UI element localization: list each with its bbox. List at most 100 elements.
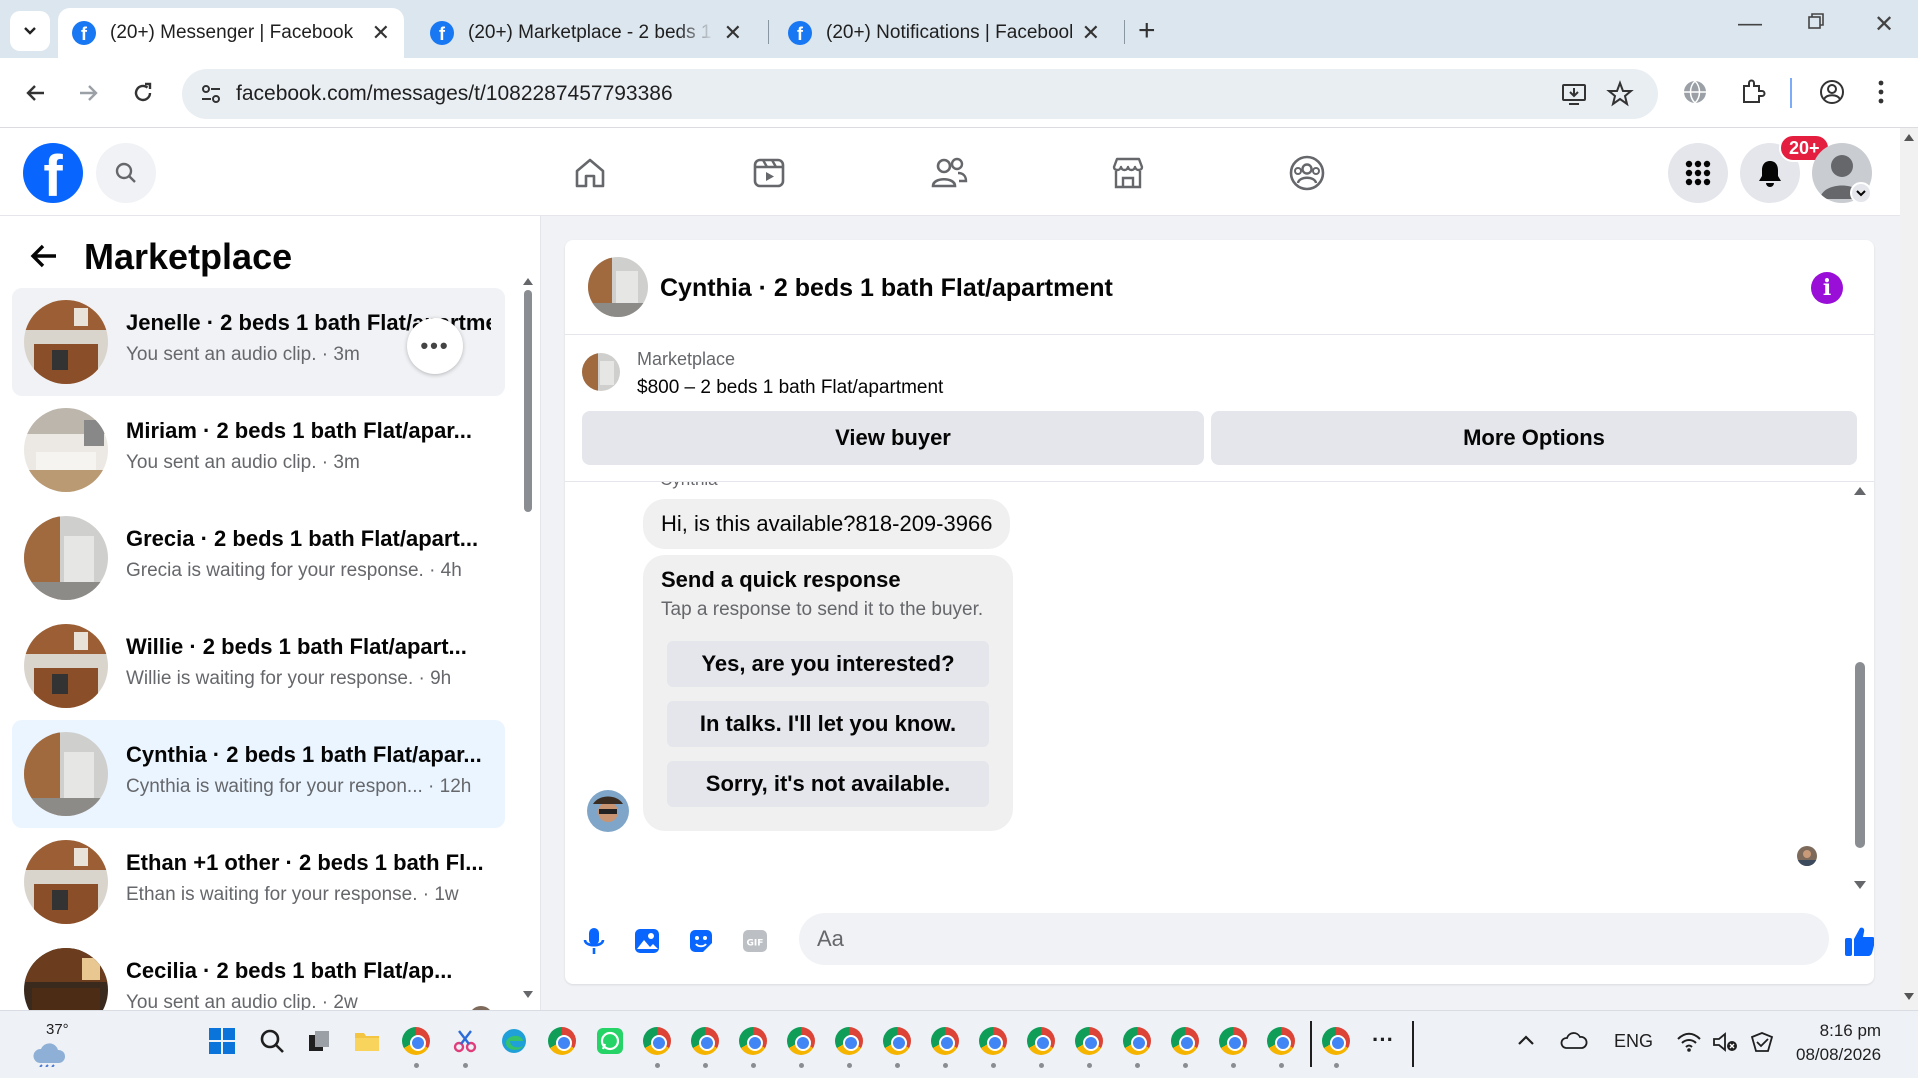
- scroll-down-icon[interactable]: [522, 990, 534, 1000]
- taskbar-chrome[interactable]: [1075, 1027, 1105, 1068]
- taskbar-file-explorer[interactable]: [353, 1027, 383, 1057]
- facebook-search-button[interactable]: [96, 143, 156, 203]
- voice-clip-button[interactable]: [575, 922, 613, 960]
- reload-button[interactable]: [125, 75, 161, 111]
- nav-marketplace[interactable]: [1103, 148, 1153, 198]
- restore-icon[interactable]: [1806, 10, 1826, 38]
- nav-video[interactable]: [744, 148, 794, 198]
- conversation-item[interactable]: Willie · 2 beds 1 bath Flat/apart... Wil…: [12, 612, 505, 720]
- back-button[interactable]: [18, 75, 54, 111]
- tab-messenger[interactable]: f (20+) Messenger | Facebook ✕: [58, 8, 404, 58]
- address-bar[interactable]: facebook.com/messages/t/1082287457793386: [182, 69, 1658, 119]
- onedrive-cloud-icon[interactable]: [1560, 1031, 1588, 1056]
- quick-response-option[interactable]: Yes, are you interested?: [667, 641, 989, 687]
- scroll-down-icon[interactable]: [1853, 880, 1867, 890]
- bookmark-star-icon[interactable]: [1606, 80, 1634, 108]
- nav-home[interactable]: [565, 148, 615, 198]
- close-tab-icon[interactable]: ✕: [724, 20, 742, 46]
- message-input-box[interactable]: [799, 913, 1829, 965]
- close-window-icon[interactable]: ✕: [1874, 10, 1894, 39]
- language-indicator[interactable]: ENG: [1614, 1031, 1653, 1052]
- quick-response-option[interactable]: Sorry, it's not available.: [667, 761, 989, 807]
- quick-response-option[interactable]: In talks. I'll let you know.: [667, 701, 989, 747]
- taskbar-chrome[interactable]: [402, 1027, 432, 1068]
- scroll-up-icon[interactable]: [522, 276, 534, 286]
- message-bubble[interactable]: Hi, is this available?818-209-3966: [643, 499, 1011, 549]
- taskbar-chrome[interactable]: [1219, 1027, 1249, 1068]
- taskbar-overflow-icon[interactable]: ···: [1372, 1027, 1402, 1057]
- conversation-item[interactable]: Miriam · 2 beds 1 bath Flat/apar... You …: [12, 396, 505, 504]
- taskbar-chrome[interactable]: [643, 1027, 673, 1068]
- nav-friends[interactable]: [924, 148, 974, 198]
- nav-groups[interactable]: [1282, 148, 1332, 198]
- back-button[interactable]: [26, 238, 62, 279]
- sticker-button[interactable]: [682, 922, 720, 960]
- taskbar-chrome[interactable]: [979, 1027, 1009, 1068]
- taskbar-chrome[interactable]: [1027, 1027, 1057, 1068]
- taskbar-chrome[interactable]: [1322, 1027, 1352, 1068]
- taskbar-search-button[interactable]: [258, 1027, 288, 1057]
- scroll-up-icon[interactable]: [1903, 132, 1915, 142]
- tab-search-dropdown[interactable]: [10, 11, 50, 51]
- info-icon[interactable]: i: [1811, 272, 1843, 304]
- view-buyer-button[interactable]: View buyer: [582, 411, 1204, 465]
- start-button[interactable]: [208, 1027, 238, 1057]
- menu-grid-button[interactable]: [1668, 143, 1728, 203]
- conversation-item[interactable]: Grecia · 2 beds 1 bath Flat/apart... Gre…: [12, 504, 505, 612]
- profile-icon[interactable]: [1818, 78, 1846, 106]
- task-view-button[interactable]: [305, 1027, 335, 1057]
- weather-widget[interactable]: 37°: [26, 1021, 76, 1071]
- scroll-down-icon[interactable]: [1903, 992, 1915, 1002]
- more-options-button[interactable]: More Options: [1211, 411, 1857, 465]
- conversation-item[interactable]: Cecilia · 2 beds 1 bath Flat/ap... You s…: [12, 936, 505, 1010]
- conversation-item[interactable]: Jenelle · 2 beds 1 bath Flat/apartment..…: [12, 288, 505, 396]
- taskbar-chrome[interactable]: [739, 1027, 769, 1068]
- taskbar-chrome[interactable]: [1267, 1027, 1297, 1068]
- tab-marketplace[interactable]: f (20+) Marketplace - 2 beds 1 bath ✕: [416, 8, 756, 58]
- extensions-icon[interactable]: [1738, 78, 1766, 106]
- conversation-item-selected[interactable]: Cynthia · 2 beds 1 bath Flat/apar... Cyn…: [12, 720, 505, 828]
- chat-avatar[interactable]: [588, 257, 648, 317]
- taskbar-chrome[interactable]: [1123, 1027, 1153, 1068]
- scrollbar-thumb[interactable]: [1855, 662, 1865, 848]
- close-tab-icon[interactable]: ✕: [1082, 20, 1100, 46]
- send-like-button[interactable]: [1841, 922, 1874, 960]
- chat-title[interactable]: Cynthia · 2 beds 1 bath Flat/apartment: [660, 274, 1113, 303]
- new-tab-button[interactable]: +: [1138, 14, 1156, 48]
- taskbar-chrome[interactable]: [931, 1027, 961, 1068]
- minimize-icon[interactable]: —: [1738, 10, 1762, 38]
- wifi-icon[interactable]: [1676, 1031, 1702, 1058]
- taskbar-chrome[interactable]: [548, 1027, 578, 1057]
- install-app-icon[interactable]: [1560, 80, 1588, 108]
- volume-muted-icon[interactable]: [1712, 1031, 1738, 1058]
- taskbar-chrome[interactable]: [1171, 1027, 1201, 1068]
- chat-scrollbar[interactable]: [1848, 482, 1870, 900]
- taskbar-chrome[interactable]: [883, 1027, 913, 1068]
- account-chevron-icon[interactable]: [1850, 182, 1872, 204]
- conversation-options-button[interactable]: •••: [407, 318, 463, 374]
- attach-photo-button[interactable]: [628, 922, 666, 960]
- url-text[interactable]: facebook.com/messages/t/1082287457793386: [236, 82, 673, 106]
- conversation-item[interactable]: Ethan +1 other · 2 beds 1 bath Fl... Eth…: [12, 828, 505, 936]
- message-input[interactable]: [817, 923, 1757, 955]
- taskbar-chrome[interactable]: [691, 1027, 721, 1068]
- tray-chevron-up-icon[interactable]: [1516, 1031, 1536, 1056]
- browser-menu-icon[interactable]: [1876, 78, 1886, 106]
- translate-globe-icon[interactable]: [1681, 78, 1709, 106]
- scrollbar-thumb[interactable]: [524, 290, 532, 512]
- system-clock[interactable]: 8:16 pm 08/08/2026: [1796, 1019, 1881, 1067]
- taskbar-chrome[interactable]: [835, 1027, 865, 1068]
- taskbar-snipping-tool[interactable]: [451, 1027, 481, 1068]
- battery-icon[interactable]: [1748, 1031, 1776, 1058]
- taskbar-whatsapp[interactable]: [596, 1027, 626, 1057]
- site-settings-icon[interactable]: [198, 81, 224, 107]
- taskbar-edge[interactable]: [500, 1027, 530, 1057]
- gif-button[interactable]: GIF: [736, 922, 774, 960]
- facebook-logo-icon[interactable]: f: [23, 143, 83, 203]
- taskbar-chrome[interactable]: [787, 1027, 817, 1068]
- page-scrollbar[interactable]: [1900, 128, 1918, 1010]
- tab-notifications[interactable]: f (20+) Notifications | Facebook ✕: [774, 8, 1114, 58]
- sidebar-scrollbar[interactable]: [521, 278, 535, 998]
- scroll-up-icon[interactable]: [1853, 486, 1867, 496]
- listing-price-title[interactable]: $800 – 2 beds 1 bath Flat/apartment: [637, 377, 943, 399]
